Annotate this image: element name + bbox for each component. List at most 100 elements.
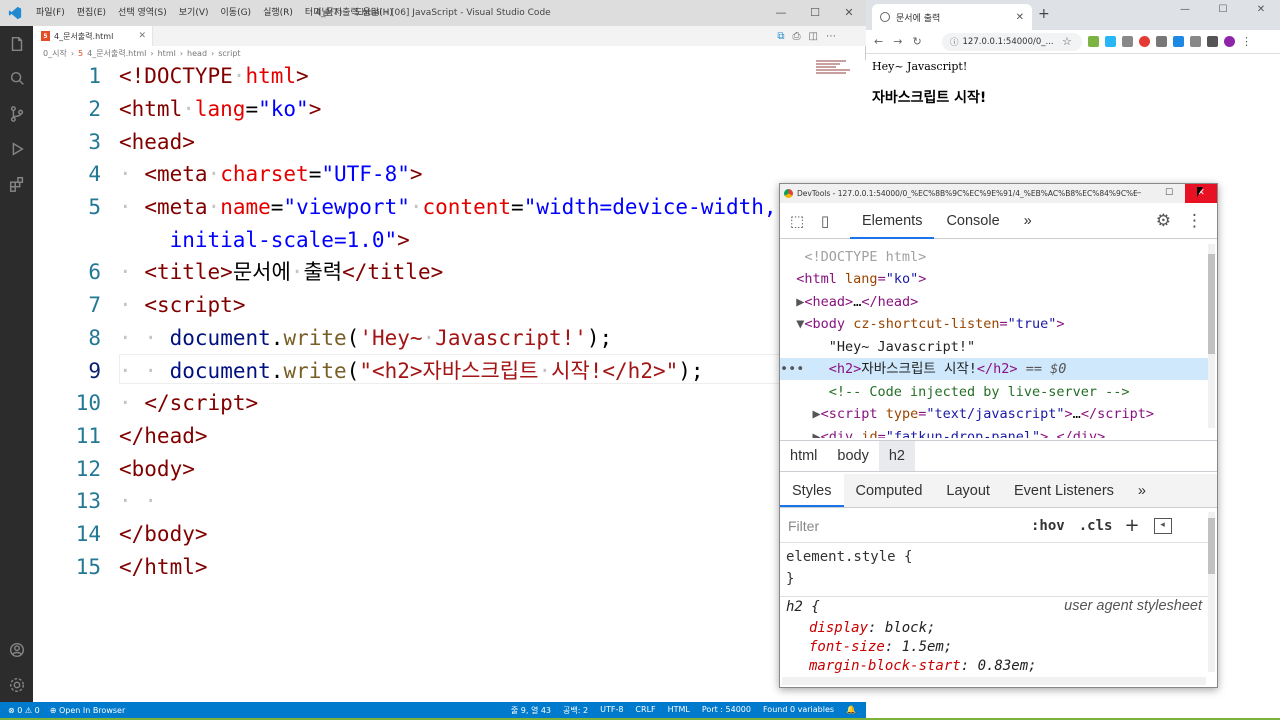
dom-node-body[interactable]: ▼<body cz-shortcut-listen="true"> (780, 313, 1208, 335)
breadcrumb-folder[interactable]: 0_시작 (43, 48, 67, 59)
dom-node-div[interactable]: ▶<div id="fatkun-drop-panel">…</div> (780, 426, 1208, 438)
dom-tree[interactable]: <!DOCTYPE html> <html lang="ko"> ▶<head>… (780, 240, 1208, 438)
minimize-icon[interactable]: — (1121, 184, 1153, 203)
kebab-menu-icon[interactable]: ⋮ (1241, 36, 1252, 47)
explorer-icon[interactable] (0, 26, 33, 61)
close-icon[interactable]: ✕ (1242, 0, 1280, 22)
more-tabs-chevron-icon[interactable]: » (1126, 474, 1158, 507)
reload-icon[interactable]: ↻ (912, 35, 921, 48)
maximize-icon[interactable]: ☐ (798, 0, 832, 26)
cursor-position-status[interactable]: 줄 9, 열 43 (511, 705, 551, 716)
new-tab-plus-icon[interactable]: + (1038, 6, 1050, 22)
notifications-bell-icon[interactable]: 🔔 (846, 705, 856, 716)
tab-layout[interactable]: Layout (934, 474, 1002, 507)
split-editor-icon[interactable]: ◫ (809, 31, 818, 42)
settings-gear-icon[interactable] (0, 667, 33, 702)
extension-icon[interactable] (1105, 36, 1116, 47)
minimize-icon[interactable]: — (764, 0, 798, 26)
dom-node-head[interactable]: ▶<head>…</head> (780, 291, 1208, 313)
variables-status[interactable]: Found 0 variables (763, 705, 834, 716)
dom-node-doctype[interactable]: <!DOCTYPE html> (780, 246, 1208, 268)
hover-state-toggle[interactable]: :hov (1031, 518, 1065, 534)
extension-icon[interactable] (1156, 36, 1167, 47)
tab-event-listeners[interactable]: Event Listeners (1002, 474, 1126, 507)
maximize-icon[interactable]: ☐ (1153, 184, 1185, 203)
crumb-html[interactable]: html (780, 441, 827, 471)
menu-edit[interactable]: 편집(E) (71, 0, 112, 26)
account-icon[interactable] (0, 632, 33, 667)
problems-status[interactable]: ⊗ 0 ⚠ 0 (8, 706, 40, 715)
crumb-body[interactable]: body (827, 441, 878, 471)
element-style-selector[interactable]: element.style { (786, 548, 912, 567)
eol-status[interactable]: CRLF (635, 705, 655, 716)
device-toolbar-icon[interactable]: ▯ (808, 212, 842, 230)
crumb-h2[interactable]: h2 (878, 441, 915, 471)
css-property-font-size[interactable]: font-size: 1.5em; (809, 638, 952, 657)
css-property-display[interactable]: display: block; (809, 619, 935, 638)
live-server-port-status[interactable]: Port : 54000 (702, 705, 751, 716)
menu-run[interactable]: 실행(R) (257, 0, 299, 26)
close-icon[interactable]: ✕ (832, 0, 866, 26)
breadcrumb-file[interactable]: 4_문서출력.html (87, 48, 146, 59)
search-icon[interactable] (0, 61, 33, 96)
forward-arrow-icon[interactable]: → (893, 35, 902, 48)
menu-view[interactable]: 보기(V) (173, 0, 215, 26)
more-actions-icon[interactable]: ⋯ (826, 31, 836, 42)
back-arrow-icon[interactable]: ← (874, 35, 883, 48)
tab-console[interactable]: Console (934, 203, 1011, 239)
extensions-icon[interactable] (0, 166, 33, 201)
tab-4-document-output[interactable]: 5 4_문서출력.html ✕ (33, 26, 153, 46)
styles-horizontal-scrollbar[interactable] (782, 677, 1206, 685)
breadcrumb-html[interactable]: html (158, 49, 176, 58)
breadcrumb-head[interactable]: head (187, 49, 207, 58)
encoding-status[interactable]: UTF-8 (600, 705, 623, 716)
extension-icon[interactable] (1173, 36, 1184, 47)
styles-scrollbar[interactable] (1208, 512, 1215, 672)
styles-filter-input[interactable]: Filter (788, 514, 1023, 538)
language-mode-status[interactable]: HTML (668, 705, 690, 716)
puzzle-extensions-icon[interactable] (1207, 36, 1218, 47)
dom-node-html[interactable]: <html lang="ko"> (780, 268, 1208, 290)
minimize-icon[interactable]: — (1166, 0, 1204, 22)
run-debug-icon[interactable] (0, 131, 33, 166)
ua-rule-selector[interactable]: h2 { (786, 598, 820, 617)
bookmark-star-icon[interactable]: ☆ (1062, 35, 1072, 48)
more-tabs-chevron-icon[interactable]: » (1012, 203, 1044, 239)
dom-node-h2-selected[interactable]: ••• <h2>자바스크립트 시작!</h2> == $0 (780, 358, 1208, 380)
avatar[interactable] (1224, 36, 1235, 47)
dom-node-script[interactable]: ▶<script type="text/javascript">…</scrip… (780, 403, 1208, 425)
css-property-margin-block-start[interactable]: margin-block-start: 0.83em; (809, 657, 1037, 676)
tab-styles[interactable]: Styles (780, 474, 844, 507)
extension-icon[interactable] (1122, 36, 1133, 47)
maximize-icon[interactable]: ☐ (1204, 0, 1242, 22)
extension-icon[interactable] (1088, 36, 1099, 47)
code-editor[interactable]: 1 <!DOCTYPE·html> 2 <html·lang="ko"> 3 <hea… (33, 60, 866, 702)
info-icon[interactable]: ⓘ (950, 36, 959, 48)
kebab-menu-icon[interactable]: ⋮ (1186, 211, 1203, 231)
browser-tab[interactable]: 문서에 출력 ✕ (872, 4, 1032, 30)
breadcrumb-script[interactable]: script (218, 49, 240, 58)
settings-gear-icon[interactable]: ⚙ (1156, 211, 1171, 231)
menu-selection[interactable]: 선택 영역(S) (112, 0, 173, 26)
menu-file[interactable]: 파일(F) (30, 0, 71, 26)
new-style-rule-plus-icon[interactable]: + (1124, 515, 1139, 536)
dom-node-comment[interactable]: <!-- Code injected by live-server --> (780, 381, 1208, 403)
menu-go[interactable]: 이동(G) (215, 0, 258, 26)
tab-elements[interactable]: Elements (850, 203, 935, 239)
extension-icon[interactable] (1190, 36, 1201, 47)
address-bar[interactable]: ⓘ 127.0.0.1:54000/0_... (942, 33, 1082, 51)
class-toggle[interactable]: .cls (1079, 518, 1113, 534)
open-preview-icon[interactable]: ⧉ (777, 31, 784, 42)
extension-icon[interactable] (1139, 36, 1150, 47)
menu-terminal[interactable]: 터미널(T) (299, 0, 348, 26)
dom-node-text[interactable]: "Hey~ Javascript!" (780, 336, 1208, 358)
print-icon[interactable]: ⎙ (793, 31, 801, 42)
tab-close-icon[interactable]: ✕ (1016, 12, 1024, 23)
source-control-icon[interactable] (0, 96, 33, 131)
dom-tree-scrollbar[interactable] (1208, 244, 1215, 428)
open-in-browser-status[interactable]: ⊕ Open In Browser (50, 706, 126, 715)
toggle-sidebar-icon[interactable]: ◂ (1153, 517, 1172, 534)
tab-close-icon[interactable]: ✕ (138, 31, 146, 41)
tab-computed[interactable]: Computed (844, 474, 935, 507)
menu-help[interactable]: 도움말(H) (348, 0, 399, 26)
